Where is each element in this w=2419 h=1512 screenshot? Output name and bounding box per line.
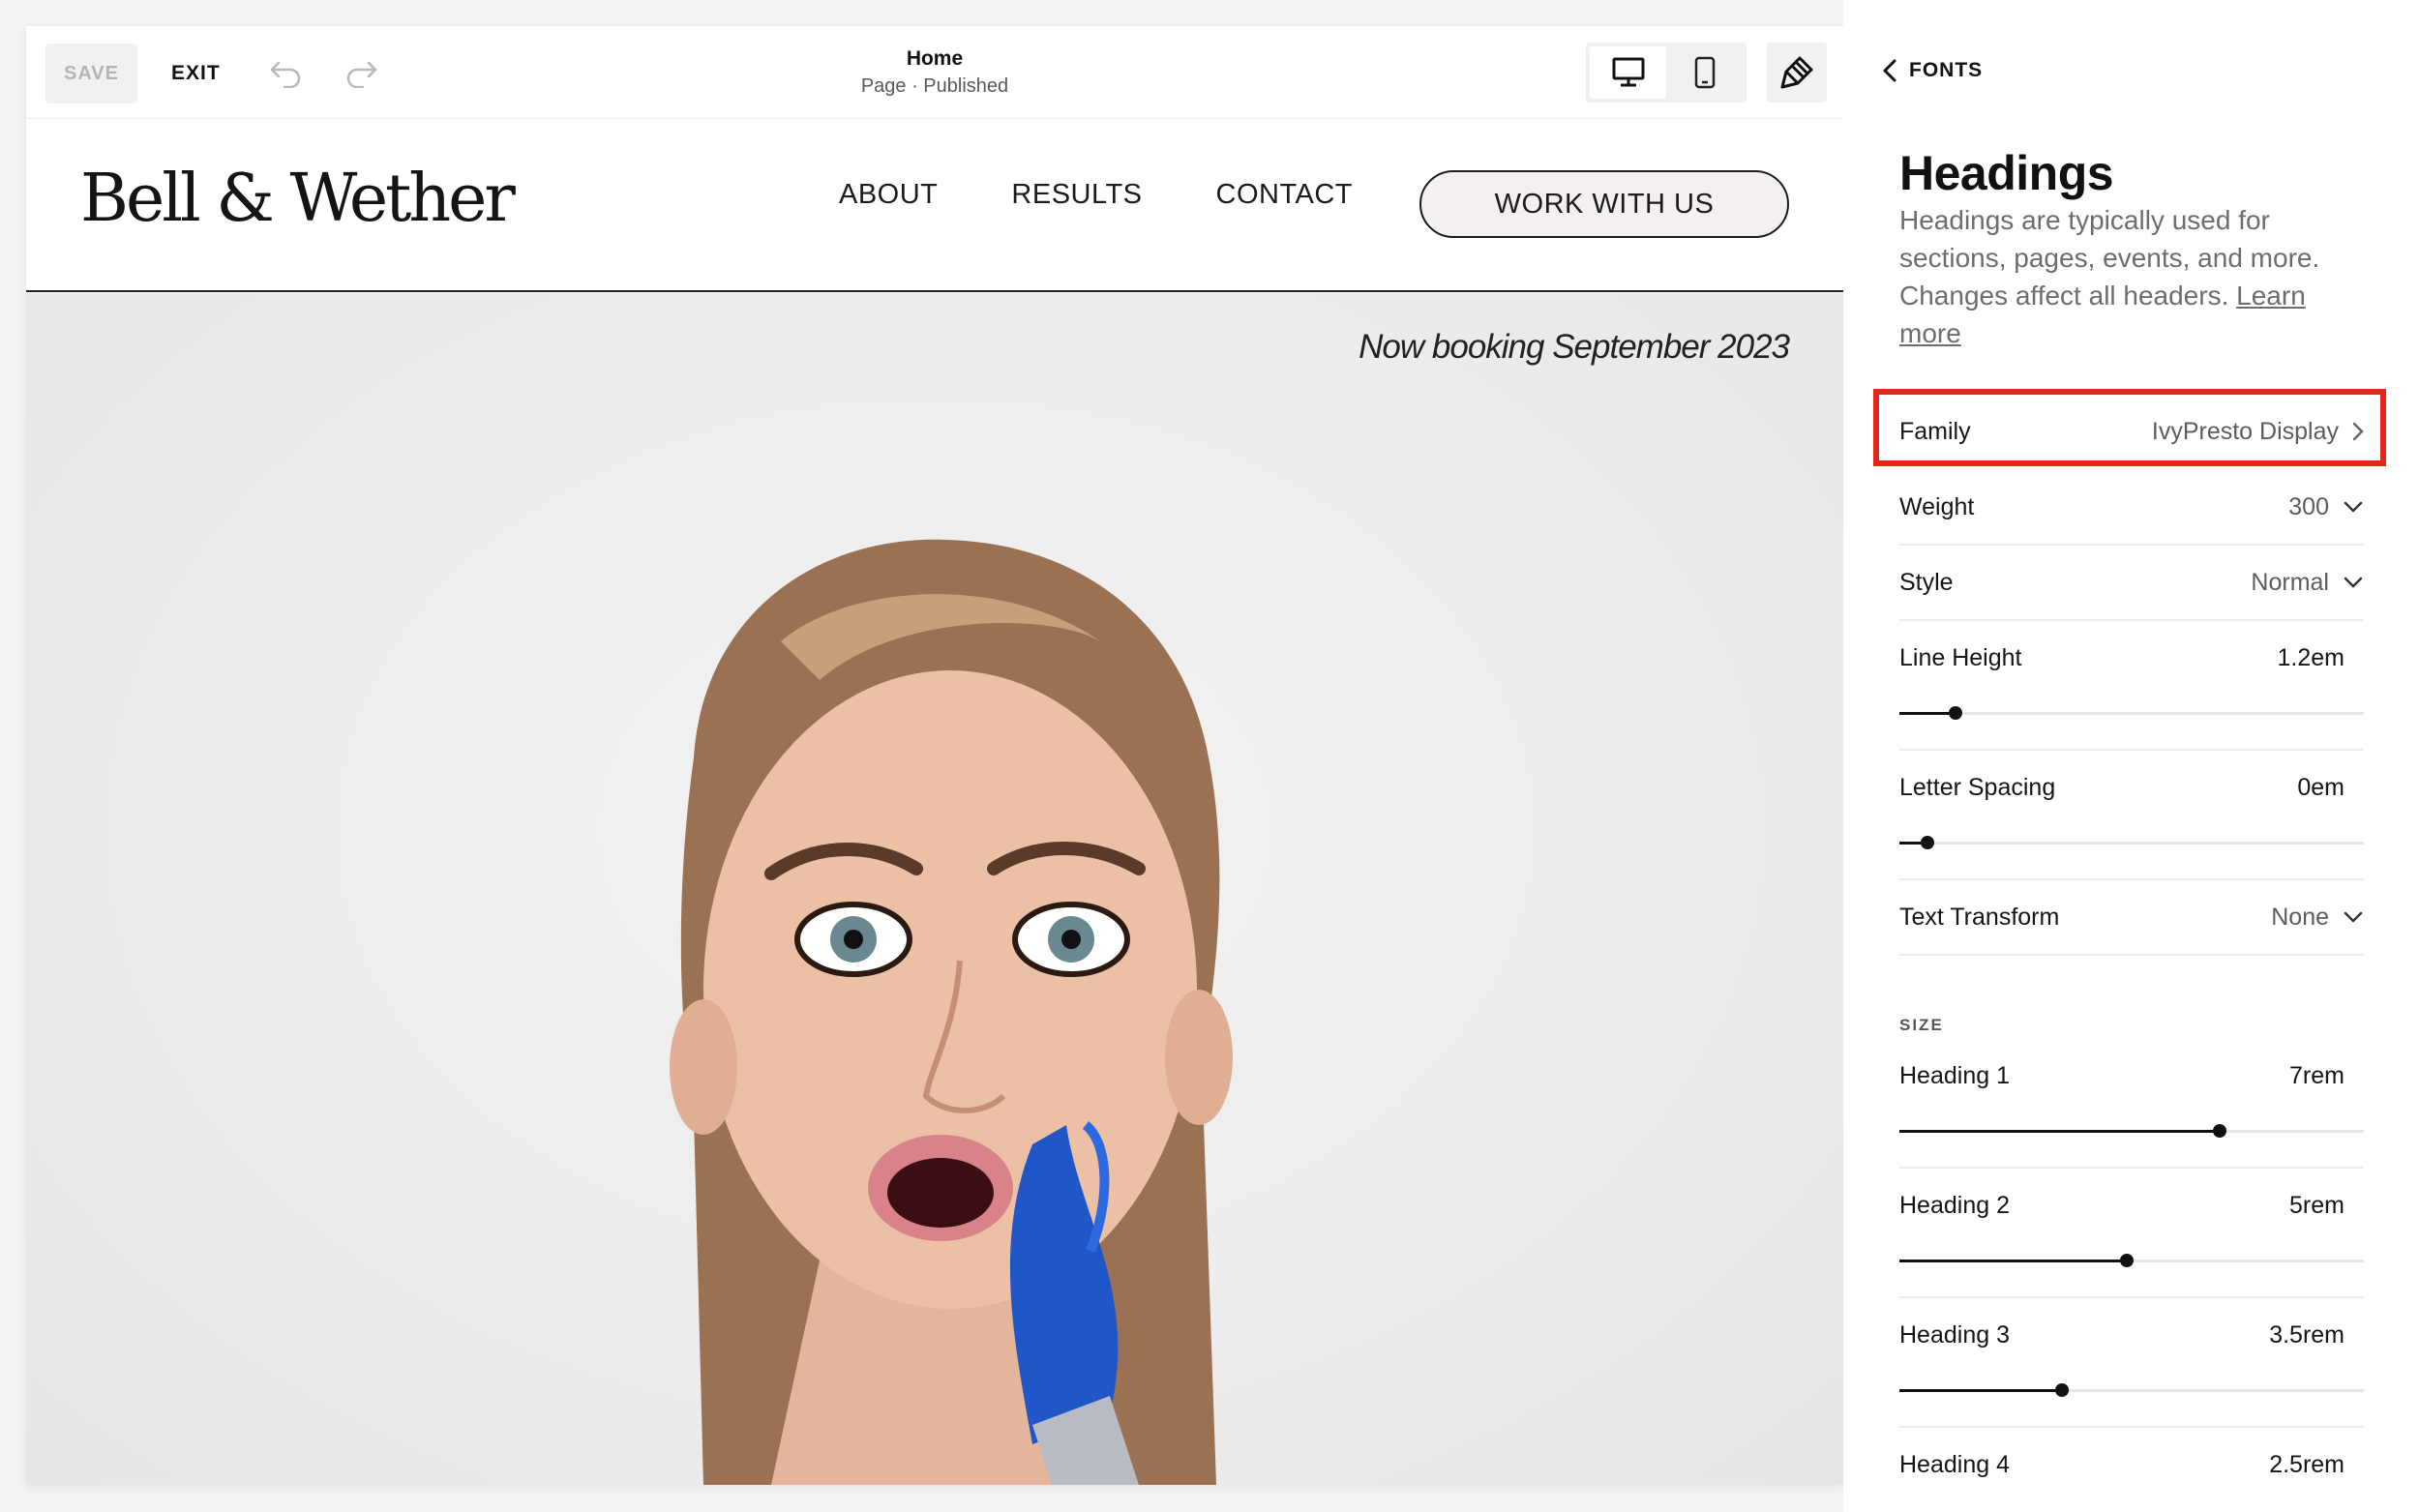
heading-2-slider[interactable]	[1899, 1242, 2364, 1281]
heading-1-label: Heading 1	[1899, 1061, 2010, 1089]
page-info: Home Page · Published	[26, 45, 1843, 100]
line-height-row: Line Height 1.2em	[1899, 638, 2364, 751]
letter-spacing-slider[interactable]	[1899, 824, 2364, 863]
weight-value: 300	[2288, 493, 2364, 521]
mobile-view-button[interactable]	[1666, 46, 1743, 99]
panel-title: Headings	[1899, 146, 2114, 200]
page-status: Page · Published	[860, 75, 1009, 97]
page-title: Home	[906, 47, 964, 70]
family-value-text: IvyPresto Display	[2151, 417, 2339, 445]
paintbrush-icon	[1780, 56, 1813, 89]
text-transform-value: None	[2271, 904, 2364, 932]
slider-handle[interactable]	[2213, 1124, 2227, 1138]
slider-handle[interactable]	[1920, 836, 1934, 849]
text-transform-value-text: None	[2271, 903, 2329, 931]
chevron-right-icon	[2352, 422, 2364, 441]
line-height-label: Line Height	[1899, 643, 2022, 671]
text-transform-label: Text Transform	[1899, 903, 2060, 931]
weight-value-text: 300	[2288, 492, 2329, 520]
site-logo[interactable]: Bell & Wether	[80, 161, 516, 238]
family-label: Family	[1899, 417, 1971, 445]
mobile-icon	[1694, 56, 1715, 89]
desktop-icon	[1612, 57, 1644, 87]
heading-3-size-row: Heading 3 3.5rem	[1899, 1316, 2364, 1428]
letter-spacing-row: Letter Spacing 0em	[1899, 768, 2364, 880]
line-height-slider[interactable]	[1899, 695, 2364, 733]
text-transform-row[interactable]: Text Transform None	[1899, 898, 2364, 956]
back-label: FONTS	[1909, 59, 1984, 81]
letter-spacing-label: Letter Spacing	[1899, 773, 2056, 801]
chevron-down-icon	[2344, 911, 2363, 923]
site-styles-button[interactable]	[1767, 43, 1827, 103]
heading-3-slider[interactable]	[1899, 1372, 2364, 1410]
heading-3-value: 3.5rem	[2269, 1320, 2344, 1349]
heading-1-size-row: Heading 1 7rem	[1899, 1056, 2364, 1169]
chevron-down-icon	[2344, 577, 2363, 588]
line-height-value: 1.2em	[2277, 643, 2344, 671]
heading-4-label: Heading 4	[1899, 1450, 2010, 1478]
size-section-label: SIZE	[1899, 1016, 1944, 1034]
letter-spacing-value: 0em	[2297, 773, 2344, 801]
panel-description: Headings are typically used for sections…	[1899, 201, 2364, 352]
heading-2-label: Heading 2	[1899, 1191, 2010, 1219]
back-to-fonts-button[interactable]: FONTS	[1882, 58, 1983, 83]
heading-2-value: 5rem	[2289, 1191, 2344, 1219]
weight-row[interactable]: Weight 300	[1899, 488, 2364, 546]
style-label: Style	[1899, 568, 1954, 596]
chevron-down-icon	[2344, 501, 2363, 513]
desktop-view-button[interactable]	[1590, 46, 1666, 99]
editor-toolbar: SAVE EXIT Home Page · Published	[26, 26, 1843, 119]
heading-2-size-row: Heading 2 5rem	[1899, 1186, 2364, 1298]
nav-link-contact[interactable]: CONTACT	[1216, 178, 1354, 211]
style-value: Normal	[2251, 569, 2364, 597]
chevron-left-icon	[1883, 59, 1896, 82]
slider-handle[interactable]	[2055, 1383, 2069, 1397]
style-value-text: Normal	[2251, 568, 2329, 596]
slider-handle[interactable]	[1948, 706, 1962, 720]
work-with-us-button[interactable]: WORK WITH US	[1419, 170, 1789, 238]
heading-4-size-row: Heading 4 2.5rem	[1899, 1445, 2364, 1512]
device-toggle	[1586, 43, 1747, 103]
style-row[interactable]: Style Normal	[1899, 563, 2364, 621]
nav-link-about[interactable]: ABOUT	[839, 178, 938, 211]
heading-3-label: Heading 3	[1899, 1320, 2010, 1349]
hero-section[interactable]: Now booking September 2023	[26, 293, 1843, 1485]
site-editor-frame: SAVE EXIT Home Page · Published Bell & W…	[26, 26, 1843, 1485]
slider-handle[interactable]	[2120, 1254, 2135, 1267]
font-settings-panel: FONTS Headings Headings are typically us…	[1843, 0, 2419, 1512]
site-nav: ABOUT RESULTS CONTACT	[839, 178, 1426, 211]
family-value: IvyPresto Display	[2152, 418, 2364, 446]
hero-portrait-image	[670, 539, 1233, 1485]
heading-1-value: 7rem	[2289, 1061, 2344, 1089]
heading-4-value: 2.5rem	[2269, 1450, 2344, 1478]
booking-text: Now booking September 2023	[1359, 328, 1790, 366]
family-row[interactable]: Family IvyPresto Display	[1899, 412, 2364, 451]
site-header: Bell & Wether ABOUT RESULTS CONTACT WORK…	[26, 120, 1843, 292]
heading-1-slider[interactable]	[1899, 1112, 2364, 1151]
nav-link-results[interactable]: RESULTS	[1011, 178, 1142, 211]
weight-label: Weight	[1899, 492, 1975, 520]
